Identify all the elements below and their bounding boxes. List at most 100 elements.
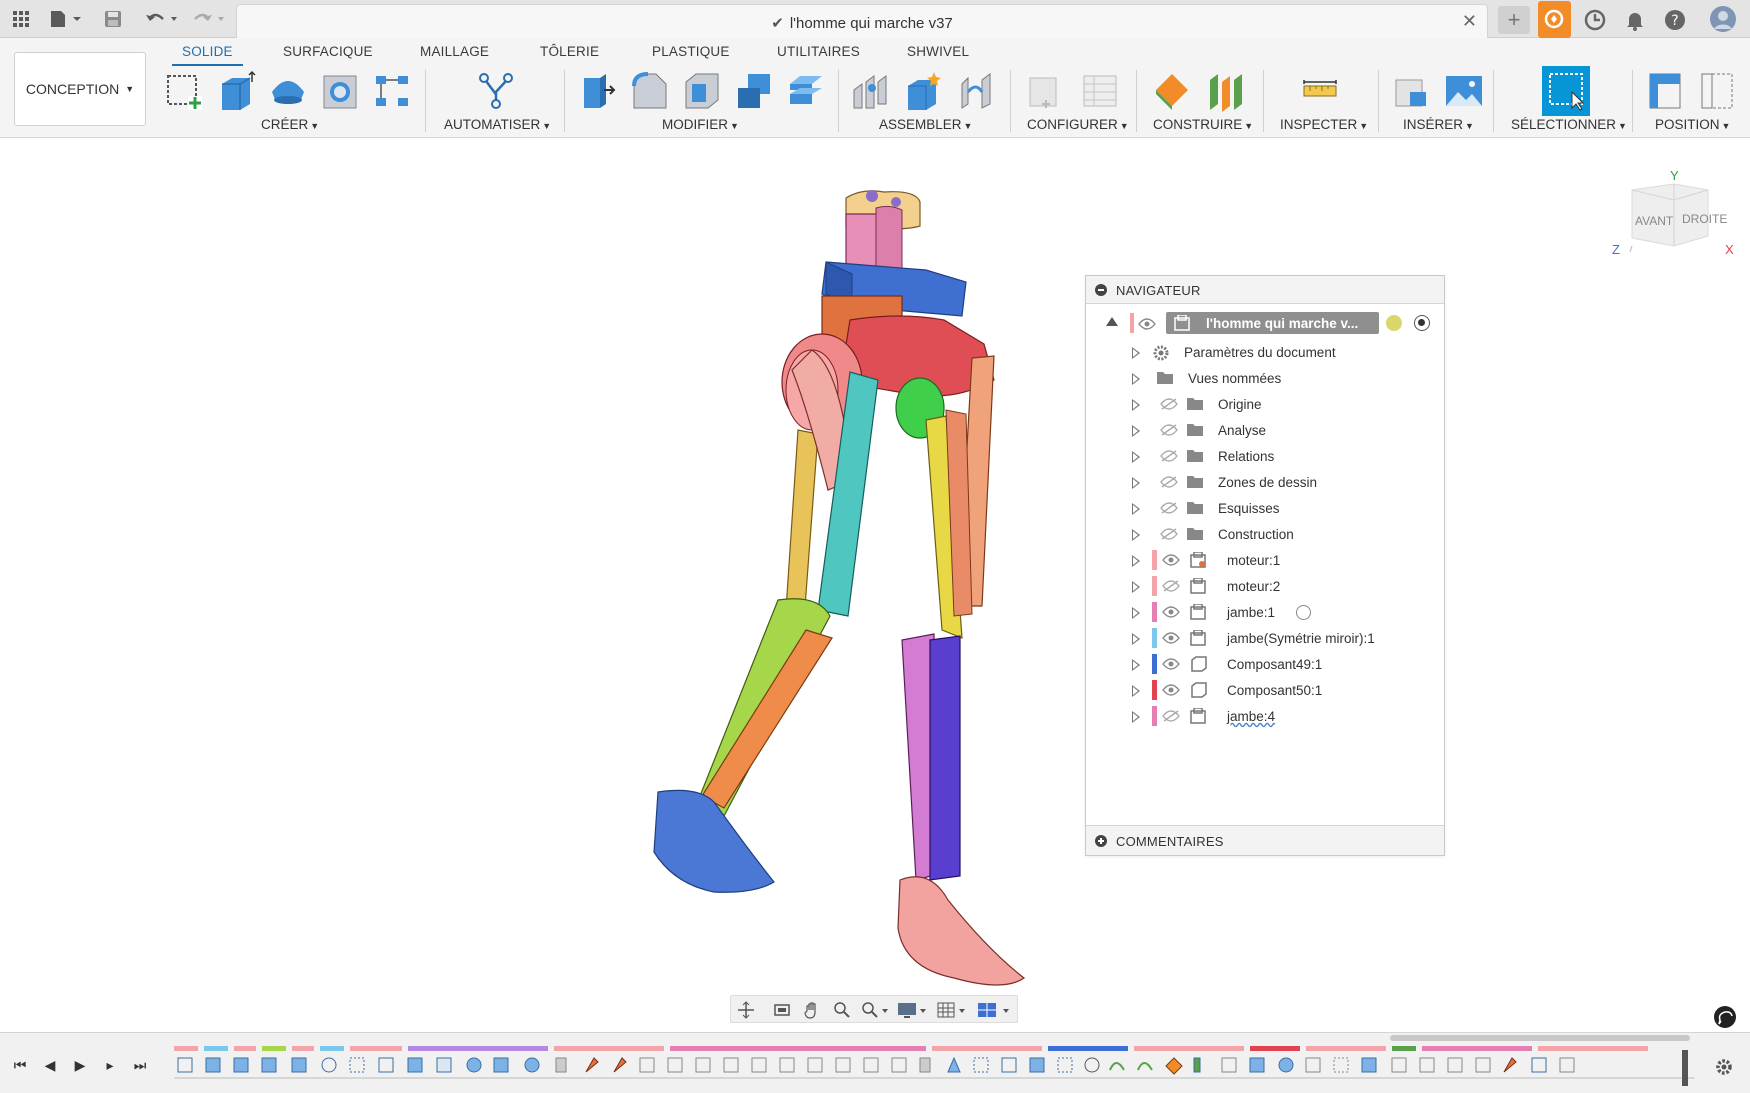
extrude-icon[interactable] (216, 70, 256, 112)
automate-icon[interactable] (476, 70, 516, 112)
eye-hidden-icon[interactable] (1160, 424, 1178, 436)
nav-item-sketches[interactable]: Esquisses (1086, 495, 1444, 521)
help-icon[interactable]: ? (1664, 9, 1686, 31)
nav-item-relations[interactable]: Relations (1086, 443, 1444, 469)
expand-arrow-icon[interactable] (1132, 555, 1140, 567)
file-menu-icon[interactable] (48, 8, 84, 30)
radio-active-icon[interactable] (1414, 315, 1430, 331)
tab-tolerie[interactable]: TÔLERIE (540, 44, 599, 59)
eye-hidden-icon[interactable] (1160, 528, 1178, 540)
motion-link-icon[interactable] (956, 70, 996, 112)
insert-derive-icon[interactable] (1392, 70, 1432, 112)
measure-icon[interactable] (1300, 70, 1340, 112)
comments-header[interactable]: COMMENTAIRES (1086, 825, 1444, 855)
robot-walker-model[interactable] (0, 139, 1750, 1032)
radio-inactive-icon[interactable] (1296, 605, 1311, 620)
group-modifier[interactable]: MODIFIER ▼ (662, 117, 739, 132)
configure-icon[interactable] (1026, 70, 1066, 112)
root-component-row[interactable]: l'homme qui marche v... (1086, 310, 1444, 336)
orbit-icon[interactable] (737, 1001, 755, 1019)
shell-icon[interactable] (682, 70, 722, 112)
view-cube[interactable]: AVANT DROITE Y X Z (1600, 168, 1750, 268)
group-inserer[interactable]: INSÉRER ▼ (1403, 117, 1474, 132)
viewports-icon[interactable] (977, 1001, 1011, 1019)
expand-arrow-icon[interactable] (1132, 633, 1140, 645)
group-automatiser[interactable]: AUTOMATISER ▼ (444, 117, 551, 132)
tab-surfacique[interactable]: SURFACIQUE (283, 44, 373, 59)
nav-item-construction[interactable]: Construction (1086, 521, 1444, 547)
offset-face-icon[interactable] (786, 70, 826, 112)
expand-arrow-icon[interactable] (1132, 399, 1140, 411)
nav-item-document-settings[interactable]: Paramètres du document (1086, 339, 1444, 365)
insert-canvas-icon[interactable] (1444, 70, 1484, 112)
chat-bubble-icon[interactable] (1714, 1006, 1736, 1028)
eye-icon[interactable] (1162, 606, 1180, 618)
offset-plane-icon[interactable] (1152, 70, 1192, 112)
tab-solide[interactable]: SOLIDE (172, 44, 243, 66)
tab-shwivel[interactable]: SHWIVEL (907, 44, 969, 59)
expand-arrow-icon[interactable] (1132, 711, 1140, 723)
eye-hidden-icon[interactable] (1162, 710, 1180, 722)
play-icon[interactable]: ▶ (70, 1055, 90, 1075)
expand-arrow-icon[interactable] (1132, 529, 1140, 541)
timeline-features[interactable] (174, 1046, 1694, 1090)
nav-item-moteur-2[interactable]: moteur:2 (1086, 573, 1444, 599)
tab-utilitaires[interactable]: UTILITAIRES (777, 44, 860, 59)
group-assembler[interactable]: ASSEMBLER ▼ (879, 117, 972, 132)
nav-item-named-views[interactable]: Vues nommées (1086, 365, 1444, 391)
nav-item-moteur-1[interactable]: moteur:1 (1086, 547, 1444, 573)
expand-arrow-icon[interactable] (1132, 373, 1140, 385)
nav-item-jambe-mirror-1[interactable]: jambe(Symétrie miroir):1 (1086, 625, 1444, 651)
group-inspecter[interactable]: INSPECTER ▼ (1280, 117, 1368, 132)
nav-item-composant49[interactable]: Composant49:1 (1086, 651, 1444, 677)
eye-icon[interactable] (1162, 658, 1180, 670)
joint-icon[interactable] (850, 70, 890, 112)
step-back-icon[interactable]: ◀ (40, 1055, 60, 1075)
expand-arrow-icon[interactable] (1132, 659, 1140, 671)
workspace-switcher[interactable]: CONCEPTION ▼ (14, 52, 146, 126)
nav-item-origin[interactable]: Origine (1086, 391, 1444, 417)
expand-arrow-icon[interactable] (1132, 425, 1140, 437)
expand-arrow-icon[interactable] (1132, 451, 1140, 463)
eye-icon[interactable] (1162, 684, 1180, 696)
configuration-table-icon[interactable] (1080, 70, 1120, 112)
job-status-icon[interactable] (1584, 9, 1606, 31)
revert-position-icon[interactable] (1698, 70, 1738, 112)
zoom-window-icon[interactable] (861, 1001, 889, 1019)
nav-item-jambe-1[interactable]: jambe:1 (1086, 599, 1444, 625)
activate-component-icon[interactable] (1386, 315, 1402, 331)
eye-icon[interactable] (1162, 632, 1180, 644)
combine-icon[interactable] (734, 70, 774, 112)
eye-hidden-icon[interactable] (1160, 476, 1178, 488)
timeline-settings-gear-icon[interactable] (1714, 1057, 1734, 1077)
cube-face-right[interactable]: DROITE (1682, 212, 1727, 226)
new-component-icon[interactable] (902, 70, 942, 112)
expand-arrow-icon[interactable] (1132, 477, 1140, 489)
cube-face-front[interactable]: AVANT (1635, 214, 1673, 228)
undo-icon[interactable] (142, 8, 180, 30)
display-settings-icon[interactable] (897, 1001, 927, 1019)
tab-maillage[interactable]: MAILLAGE (420, 44, 489, 59)
model-viewport[interactable] (0, 139, 1750, 1032)
revolve-icon[interactable] (268, 70, 308, 112)
expand-arrow-icon[interactable] (1132, 347, 1140, 359)
pattern-icon[interactable] (372, 70, 412, 112)
expand-panel-icon[interactable] (1095, 835, 1107, 847)
look-at-icon[interactable] (773, 1001, 791, 1019)
expanded-arrow-icon[interactable] (1106, 317, 1118, 326)
zoom-icon[interactable] (833, 1001, 851, 1019)
new-tab-button[interactable]: + (1498, 6, 1530, 34)
hole-icon[interactable] (320, 70, 360, 112)
midplane-icon[interactable] (1206, 70, 1246, 112)
group-position[interactable]: POSITION ▼ (1655, 117, 1730, 132)
notifications-bell-icon[interactable] (1624, 9, 1646, 31)
expand-arrow-icon[interactable] (1132, 685, 1140, 697)
create-sketch-icon[interactable] (164, 70, 204, 112)
eye-icon[interactable] (1138, 317, 1156, 335)
capture-position-icon[interactable] (1646, 70, 1686, 112)
nav-item-composant50[interactable]: Composant50:1 (1086, 677, 1444, 703)
nav-item-jambe-4[interactable]: jambe:4 (1086, 703, 1444, 729)
eye-hidden-icon[interactable] (1162, 580, 1180, 592)
go-to-end-icon[interactable]: ⏭ (130, 1055, 150, 1075)
timeline-scrollbar[interactable] (1390, 1035, 1690, 1041)
